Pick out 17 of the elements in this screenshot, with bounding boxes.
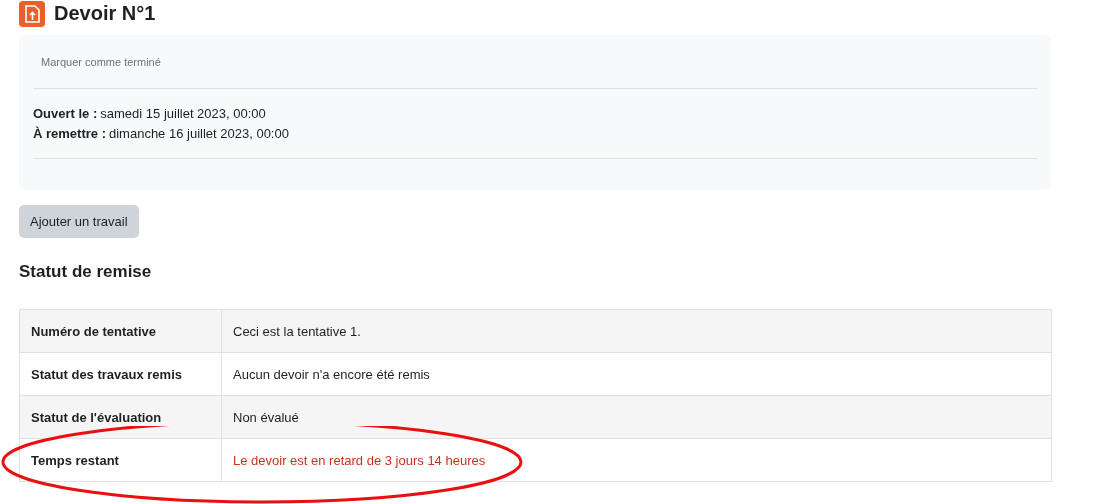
mark-complete-button[interactable]: Marquer comme terminé [33,50,169,74]
table-cell: Aucun devoir n'a encore été remis [221,352,1052,396]
date-label: À remettre : [33,126,106,141]
table-cell: Le devoir est en retard de 3 jours 14 heures [221,438,1052,482]
table-cell: Ceci est la tentative 1. [221,309,1052,353]
section-heading: Statut de remise [19,262,153,282]
date-label: Ouvert le : [33,106,98,121]
table-cell: Statut de l'évaluation [19,395,222,439]
date-value: samedi 15 juillet 2023, 00:00 [100,106,266,121]
table-cell: Statut des travaux remis [19,352,222,396]
add-submission-button[interactable]: Ajouter un travail [19,205,139,238]
assignment-icon [19,0,45,27]
table-cell: Temps restant [19,438,222,482]
table-cell: Non évalué [221,395,1052,439]
date-value: dimanche 16 juillet 2023, 00:00 [108,126,289,141]
page-title: Devoir N°1 [54,2,156,25]
table-cell: Numéro de tentative [19,309,222,353]
